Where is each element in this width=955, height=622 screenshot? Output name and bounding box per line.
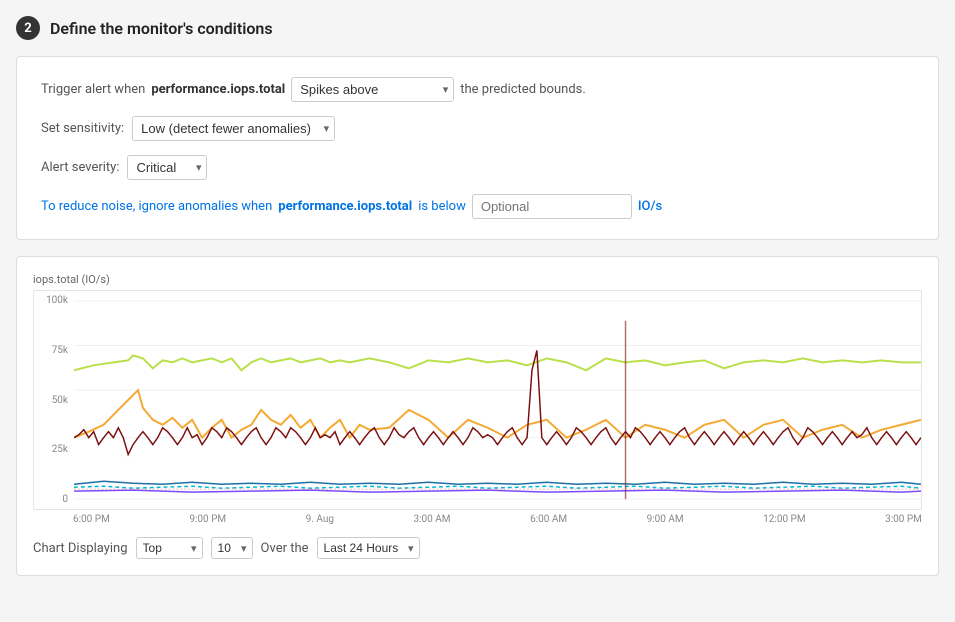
- chart-svg: [74, 291, 921, 509]
- chart-area: 100k 75k 50k 25k 0: [33, 290, 922, 510]
- severity-select-wrapper[interactable]: Critical Warning Info: [127, 155, 207, 180]
- conditions-card: Trigger alert when performance.iops.tota…: [16, 56, 939, 240]
- chart-card: iops.total (IO/s) 100k 75k 50k 25k 0: [16, 256, 939, 576]
- x-tick-6: 9:00 AM: [647, 514, 684, 525]
- y-tick-100k: 100k: [34, 295, 68, 306]
- x-tick-3: 9. Aug: [306, 514, 334, 525]
- noise-prefix: To reduce noise, ignore anomalies when: [41, 199, 272, 214]
- x-tick-5: 6:00 AM: [530, 514, 567, 525]
- trigger-suffix: the predicted bounds.: [460, 82, 586, 97]
- noise-middle: is below: [418, 199, 466, 214]
- step-number: 2: [16, 16, 40, 40]
- trigger-select[interactable]: Spikes above Spikes below Spikes above o…: [291, 77, 454, 102]
- noise-unit: IO/s: [638, 199, 662, 214]
- top-select[interactable]: Top Bottom: [136, 537, 203, 559]
- x-tick-4: 3:00 AM: [414, 514, 451, 525]
- trigger-row: Trigger alert when performance.iops.tota…: [41, 77, 914, 102]
- x-tick-1: 6:00 PM: [73, 514, 110, 525]
- x-tick-8: 3:00 PM: [885, 514, 922, 525]
- sensitivity-select-wrapper[interactable]: Low (detect fewer anomalies) Medium High…: [132, 116, 335, 141]
- noise-metric: performance.iops.total: [278, 199, 412, 214]
- x-axis: 6:00 PM 9:00 PM 9. Aug 3:00 AM 6:00 AM 9…: [33, 510, 922, 525]
- count-select-wrapper[interactable]: 10 5 20: [211, 537, 253, 559]
- step-title: Define the monitor's conditions: [50, 19, 273, 38]
- sensitivity-label: Set sensitivity:: [41, 121, 124, 136]
- chart-y-label: iops.total (IO/s): [33, 273, 922, 286]
- over-the-label: Over the: [261, 541, 309, 556]
- noise-row: To reduce noise, ignore anomalies when p…: [41, 194, 914, 219]
- top-select-wrapper[interactable]: Top Bottom: [136, 537, 203, 559]
- sensitivity-row: Set sensitivity: Low (detect fewer anoma…: [41, 116, 914, 141]
- severity-select[interactable]: Critical Warning Info: [127, 155, 207, 180]
- y-tick-75k: 75k: [34, 345, 68, 356]
- y-axis: 100k 75k 50k 25k 0: [34, 291, 72, 509]
- step-header: 2 Define the monitor's conditions: [16, 16, 939, 40]
- sensitivity-select[interactable]: Low (detect fewer anomalies) Medium High…: [132, 116, 335, 141]
- time-select-wrapper[interactable]: Last 24 Hours Last 48 Hours Last Week: [317, 537, 420, 559]
- x-tick-2: 9:00 PM: [189, 514, 226, 525]
- trigger-select-wrapper[interactable]: Spikes above Spikes below Spikes above o…: [291, 77, 454, 102]
- severity-label: Alert severity:: [41, 160, 119, 175]
- y-tick-50k: 50k: [34, 395, 68, 406]
- count-select[interactable]: 10 5 20: [211, 537, 253, 559]
- chart-displaying-label: Chart Displaying: [33, 541, 128, 556]
- trigger-prefix: Trigger alert when: [41, 82, 145, 97]
- x-tick-7: 12:00 PM: [763, 514, 805, 525]
- time-select[interactable]: Last 24 Hours Last 48 Hours Last Week: [317, 537, 420, 559]
- severity-row: Alert severity: Critical Warning Info: [41, 155, 914, 180]
- chart-footer: Chart Displaying Top Bottom 10 5 20 Over…: [33, 537, 922, 559]
- trigger-metric: performance.iops.total: [151, 82, 285, 97]
- noise-threshold-input[interactable]: [472, 194, 632, 219]
- y-tick-0: 0: [34, 494, 68, 505]
- y-tick-25k: 25k: [34, 444, 68, 455]
